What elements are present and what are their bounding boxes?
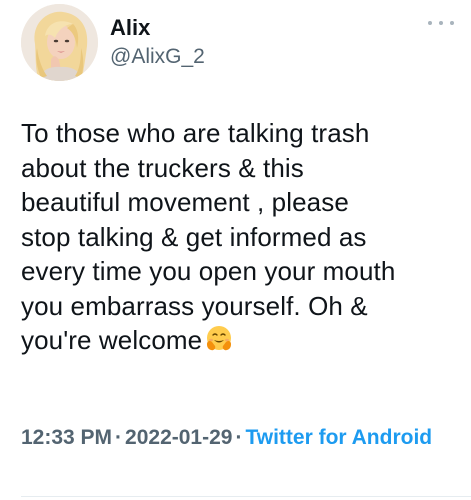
tweet-card: Alix @AlixG_2 To those who are talking t… bbox=[0, 0, 471, 500]
author-name[interactable]: Alix bbox=[110, 15, 150, 41]
divider bbox=[21, 496, 471, 497]
tweet-text-line: beautiful movement , please bbox=[21, 187, 349, 217]
tweet-text-line: stop talking & get informed as bbox=[21, 221, 367, 252]
tweet-text-line: every time you open your mouth bbox=[21, 256, 396, 286]
tweet-source-link[interactable]: Twitter for Android bbox=[245, 426, 432, 449]
tweet-meta: 12:33 PM · 2022-01-29 · Twitter for Android bbox=[21, 424, 441, 452]
tweet-time[interactable]: 12:33 PM bbox=[21, 426, 112, 449]
tweet-text-last-line: you're welcome bbox=[21, 323, 451, 358]
tweet-text-line: To those who are talking trash bbox=[21, 118, 370, 148]
more-options-icon[interactable] bbox=[428, 18, 454, 28]
meta-separator: · bbox=[115, 426, 123, 449]
author-handle[interactable]: @AlixG_2 bbox=[110, 44, 205, 70]
hugging-face-emoji-icon bbox=[207, 326, 232, 351]
tweet-text-line: about the truckers & this bbox=[21, 152, 304, 183]
tweet-text: To those who are talking trash about the… bbox=[21, 116, 451, 358]
dot bbox=[439, 21, 443, 25]
avatar[interactable] bbox=[21, 4, 98, 81]
avatar-image bbox=[21, 4, 98, 81]
dot bbox=[428, 21, 432, 25]
tweet-text-line: you embarrass yourself. Oh & bbox=[21, 290, 368, 321]
tweet-text-line: you're welcome bbox=[21, 325, 203, 355]
dot bbox=[450, 21, 454, 25]
tweet-date[interactable]: 2022-01-29 bbox=[125, 426, 232, 449]
meta-separator: · bbox=[235, 426, 243, 449]
